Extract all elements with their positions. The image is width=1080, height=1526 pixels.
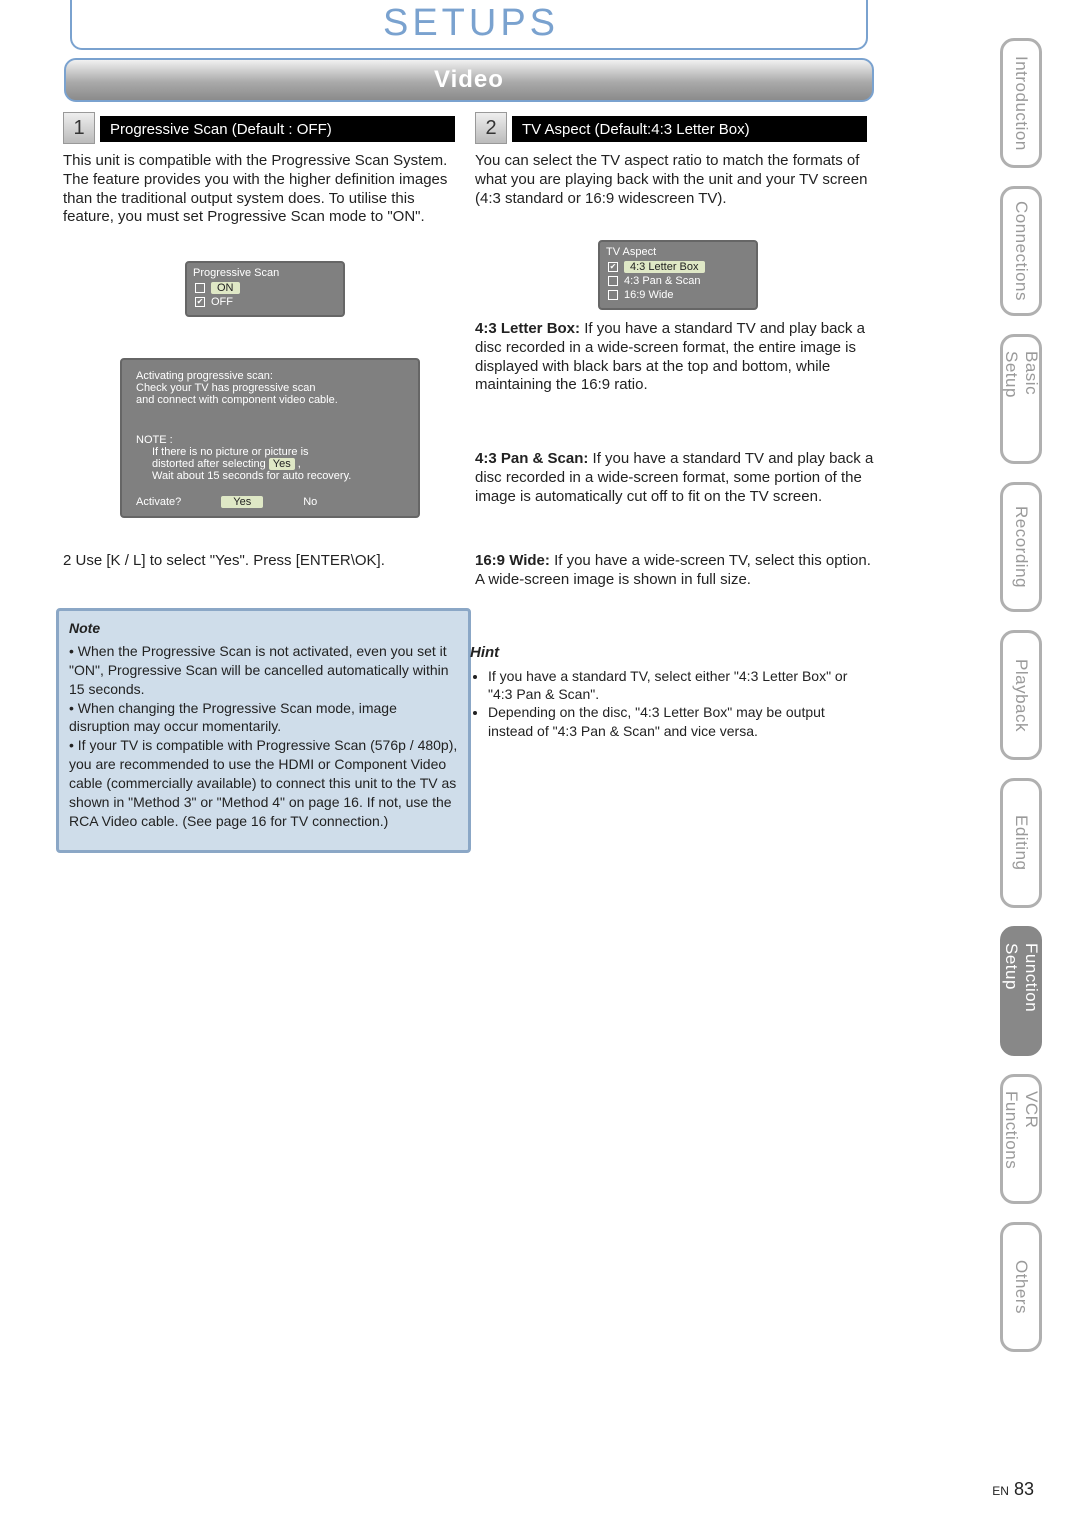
option-row-label: OFF: [211, 296, 233, 308]
side-tab-label: Function Setup: [1001, 943, 1041, 1039]
option-row-wide[interactable]: 16:9 Wide: [600, 288, 756, 302]
hint-item: Depending on the disc, "4:3 Letter Box" …: [488, 703, 860, 739]
side-tab-label: Others: [1011, 1260, 1031, 1314]
dialog-prompt: Activate?: [136, 496, 181, 508]
checkbox-icon: ✔: [608, 262, 618, 272]
side-tab-basic-setup[interactable]: Basic Setup: [1000, 334, 1042, 464]
dialog-yes-inline: Yes: [269, 458, 295, 470]
desc-lead: 4:3 Letter Box:: [475, 320, 580, 337]
section-body-2: You can select the TV aspect ratio to ma…: [475, 152, 875, 208]
checkbox-icon: [608, 276, 618, 286]
side-tab-function-setup[interactable]: Function Setup: [1000, 926, 1042, 1056]
hint-title: Hint: [470, 644, 860, 661]
aspect-desc-letterbox: 4:3 Letter Box: If you have a standard T…: [475, 320, 875, 395]
dialog-activating-progressive: Activating progressive scan: Check your …: [120, 358, 420, 518]
option-window-progressive-scan: Progressive Scan ON ✔ OFF: [185, 261, 345, 317]
after-dialog-step: 2 Use [K / L] to select "Yes". Press [EN…: [63, 552, 463, 571]
option-window-header: Progressive Scan: [187, 263, 343, 281]
desc-lead: 16:9 Wide:: [475, 552, 550, 569]
option-row-label: 4:3 Pan & Scan: [624, 275, 700, 287]
side-tab-strip: Introduction Connections Basic Setup Rec…: [1000, 38, 1042, 1352]
side-tab-editing[interactable]: Editing: [1000, 778, 1042, 908]
hint-list: If you have a standard TV, select either…: [470, 667, 860, 740]
side-tab-introduction[interactable]: Introduction: [1000, 38, 1042, 168]
section-number-2: 2: [475, 112, 507, 144]
option-window-tv-aspect: TV Aspect ✔ 4:3 Letter Box 4:3 Pan & Sca…: [598, 240, 758, 310]
dialog-activate-row: Activate? Yes No: [136, 496, 404, 508]
option-row-label: ON: [211, 282, 240, 294]
section-number-1: 1: [63, 112, 95, 144]
dialog-yes-button[interactable]: Yes: [221, 496, 263, 508]
page-number: EN 83: [992, 1479, 1034, 1500]
hint-callout: Hint If you have a standard TV, select e…: [470, 644, 860, 740]
option-row-letterbox[interactable]: ✔ 4:3 Letter Box: [600, 260, 756, 274]
checkbox-icon: [608, 290, 618, 300]
page-region: EN: [992, 1484, 1009, 1498]
side-tab-label: VCR Functions: [1001, 1091, 1041, 1187]
hint-item: If you have a standard TV, select either…: [488, 667, 860, 703]
section-banner: Video: [64, 58, 874, 102]
option-window-header: TV Aspect: [600, 242, 756, 260]
side-tab-label: Editing: [1011, 815, 1031, 870]
dialog-text: Activating progressive scan: Check your …: [136, 370, 404, 406]
desc-lead: 4:3 Pan & Scan:: [475, 450, 588, 467]
dialog-note-lines: If there is no picture or picture is dis…: [136, 446, 404, 482]
option-row-label: 4:3 Letter Box: [624, 261, 705, 273]
side-tab-label: Introduction: [1011, 56, 1031, 151]
section-body-1: This unit is compatible with the Progres…: [63, 152, 463, 227]
side-tab-label: Recording: [1011, 506, 1031, 588]
side-tab-recording[interactable]: Recording: [1000, 482, 1042, 612]
section-title-2: TV Aspect (Default:4:3 Letter Box): [512, 116, 867, 142]
page-title: SETUPS: [72, 2, 870, 45]
section-banner-label: Video: [434, 66, 504, 94]
page-frame: SETUPS: [70, 0, 868, 50]
checkbox-icon: ✔: [195, 297, 205, 307]
aspect-desc-wide: 16:9 Wide: If you have a wide-screen TV,…: [475, 552, 875, 590]
note-callout: Note • When the Progressive Scan is not …: [56, 608, 471, 853]
side-tab-playback[interactable]: Playback: [1000, 630, 1042, 760]
side-tab-connections[interactable]: Connections: [1000, 186, 1042, 316]
option-row-panscan[interactable]: 4:3 Pan & Scan: [600, 274, 756, 288]
dialog-note-title: NOTE :: [136, 434, 404, 446]
dialog-no-button[interactable]: No: [303, 496, 317, 508]
option-row-on[interactable]: ON: [187, 281, 343, 295]
note-body: • When the Progressive Scan is not activ…: [69, 642, 458, 831]
side-tab-label: Basic Setup: [1001, 351, 1041, 447]
option-row-label: 16:9 Wide: [624, 289, 674, 301]
section-title-1: Progressive Scan (Default : OFF): [100, 116, 455, 142]
page-num: 83: [1014, 1479, 1034, 1499]
checkbox-icon: [195, 283, 205, 293]
side-tab-label: Playback: [1011, 659, 1031, 732]
side-tab-others[interactable]: Others: [1000, 1222, 1042, 1352]
option-row-off[interactable]: ✔ OFF: [187, 295, 343, 309]
side-tab-label: Connections: [1011, 201, 1031, 301]
aspect-desc-panscan: 4:3 Pan & Scan: If you have a standard T…: [475, 450, 875, 506]
side-tab-vcr-functions[interactable]: VCR Functions: [1000, 1074, 1042, 1204]
note-heading: Note: [69, 619, 458, 638]
